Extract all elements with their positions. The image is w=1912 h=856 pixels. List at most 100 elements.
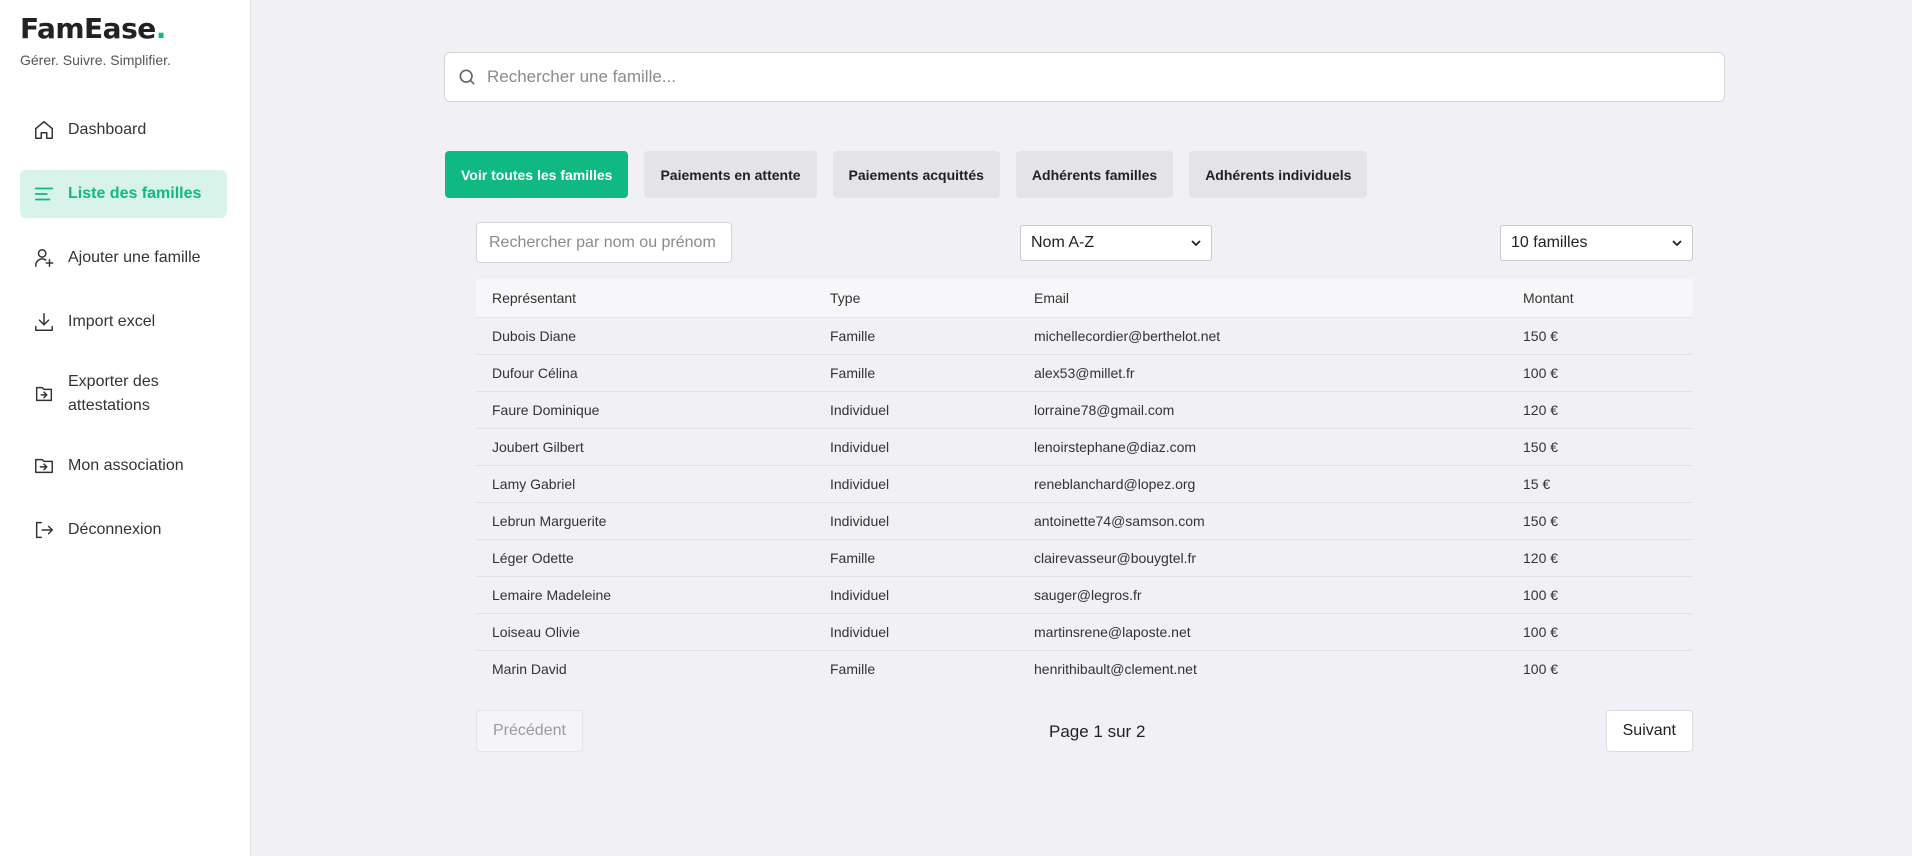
- cell-representant: Lebrun Marguerite: [476, 502, 814, 540]
- family-search-input[interactable]: [487, 67, 1687, 87]
- cell-email: martinsrene@laposte.net: [1018, 613, 1507, 651]
- cell-email: lorraine78@gmail.com: [1018, 391, 1507, 429]
- column-header-representant[interactable]: Représentant: [476, 279, 814, 318]
- table-row[interactable]: Joubert Gilbert Individuel lenoirstephan…: [476, 428, 1693, 466]
- folder-icon: [32, 454, 56, 478]
- cell-montant: 15 €: [1507, 465, 1693, 503]
- pagination: Précédent Page 1 sur 2 Suivant: [476, 710, 1693, 752]
- table-row[interactable]: Lamy Gabriel Individuel reneblanchard@lo…: [476, 465, 1693, 503]
- add-user-icon: [32, 246, 56, 270]
- cell-representant: Marin David: [476, 650, 814, 687]
- cell-representant: Dufour Célina: [476, 354, 814, 392]
- table-row[interactable]: Lemaire Madeleine Individuel sauger@legr…: [476, 576, 1693, 614]
- families-table: Représentant Type Email Montant Dubois D…: [476, 279, 1693, 687]
- cell-email: alex53@millet.fr: [1018, 354, 1507, 392]
- table-header-row: Représentant Type Email Montant: [476, 279, 1693, 318]
- cell-email: henrithibault@clement.net: [1018, 650, 1507, 687]
- search-icon: [457, 67, 477, 87]
- table-row[interactable]: Dufour Célina Famille alex53@millet.fr 1…: [476, 354, 1693, 392]
- next-page-button[interactable]: Suivant: [1605, 710, 1693, 752]
- cell-type: Famille: [814, 354, 1018, 392]
- sidebar-item-label: Dashboard: [68, 121, 147, 138]
- cell-montant: 150 €: [1507, 502, 1693, 540]
- name-search-box: [476, 222, 732, 263]
- sidebar-item-label: Liste des familles: [68, 185, 202, 202]
- cell-representant: Faure Dominique: [476, 391, 814, 429]
- table-row[interactable]: Faure Dominique Individuel lorraine78@gm…: [476, 391, 1693, 429]
- column-header-email[interactable]: Email: [1018, 279, 1507, 318]
- cell-type: Famille: [814, 539, 1018, 577]
- page-indicator: Page 1 sur 2: [1049, 722, 1146, 741]
- cell-montant: 120 €: [1507, 391, 1693, 429]
- cell-type: Famille: [814, 650, 1018, 687]
- cell-type: Individuel: [814, 613, 1018, 651]
- export-icon: [32, 382, 56, 406]
- page-size-select[interactable]: 10 familles: [1500, 225, 1693, 261]
- filter-individual-members[interactable]: Adhérents individuels: [1189, 151, 1368, 198]
- cell-email: clairevasseur@bouygtel.fr: [1018, 539, 1507, 577]
- previous-page-button[interactable]: Précédent: [476, 710, 583, 752]
- cell-type: Individuel: [814, 502, 1018, 540]
- sidebar-item-label: Ajouter une famille: [68, 249, 201, 266]
- cell-email: sauger@legros.fr: [1018, 576, 1507, 614]
- table-row[interactable]: Dubois Diane Famille michellecordier@ber…: [476, 317, 1693, 355]
- cell-email: antoinette74@samson.com: [1018, 502, 1507, 540]
- tagline: Gérer. Suivre. Simplifier.: [20, 52, 171, 68]
- cell-type: Individuel: [814, 576, 1018, 614]
- table-row[interactable]: Loiseau Olivie Individuel martinsrene@la…: [476, 613, 1693, 651]
- filter-tabs: Voir toutes les familles Paiements en at…: [445, 151, 1368, 198]
- chevron-down-icon: [1191, 240, 1201, 247]
- sidebar-item-dashboard[interactable]: Dashboard: [20, 106, 227, 154]
- app-logo[interactable]: FamEase.: [20, 12, 166, 45]
- table-row[interactable]: Marin David Famille henrithibault@clemen…: [476, 650, 1693, 687]
- cell-representant: Lemaire Madeleine: [476, 576, 814, 614]
- logo-text: FamEase: [20, 12, 156, 45]
- cell-montant: 150 €: [1507, 317, 1693, 355]
- sidebar-item-label: Mon association: [68, 457, 184, 474]
- cell-type: Individuel: [814, 428, 1018, 466]
- cell-type: Famille: [814, 317, 1018, 355]
- logo-dot: .: [155, 12, 167, 45]
- sidebar-item-ajouter-une-famille[interactable]: Ajouter une famille: [20, 234, 227, 282]
- cell-montant: 120 €: [1507, 539, 1693, 577]
- cell-representant: Loiseau Olivie: [476, 613, 814, 651]
- cell-email: michellecordier@berthelot.net: [1018, 317, 1507, 355]
- cell-representant: Léger Odette: [476, 539, 814, 577]
- chevron-down-icon: [1672, 240, 1682, 247]
- filter-paid-payments[interactable]: Paiements acquittés: [832, 151, 1000, 198]
- sidebar-item-exporter-des-attestations[interactable]: Exporter des attestations: [20, 362, 227, 426]
- cell-representant: Joubert Gilbert: [476, 428, 814, 466]
- home-icon: [32, 118, 56, 142]
- download-icon: [32, 310, 56, 334]
- sidebar-nav: Dashboard Liste des familles Ajouter une…: [20, 106, 227, 570]
- column-header-montant[interactable]: Montant: [1507, 279, 1693, 318]
- column-header-type[interactable]: Type: [814, 279, 1018, 318]
- filter-pending-payments[interactable]: Paiements en attente: [644, 151, 817, 198]
- table-row[interactable]: Léger Odette Famille clairevasseur@bouyg…: [476, 539, 1693, 577]
- list-icon: [32, 182, 56, 206]
- cell-email: reneblanchard@lopez.org: [1018, 465, 1507, 503]
- cell-type: Individuel: [814, 465, 1018, 503]
- sidebar: FamEase. Gérer. Suivre. Simplifier. Dash…: [0, 0, 251, 856]
- sidebar-item-label: Import excel: [68, 313, 156, 330]
- sidebar-item-label: Déconnexion: [68, 521, 162, 538]
- sidebar-item-import-excel[interactable]: Import excel: [20, 298, 227, 346]
- cell-montant: 150 €: [1507, 428, 1693, 466]
- cell-montant: 100 €: [1507, 576, 1693, 614]
- sidebar-item-deconnexion[interactable]: Déconnexion: [20, 506, 227, 554]
- page-size-select-value: 10 familles: [1511, 234, 1588, 251]
- cell-representant: Lamy Gabriel: [476, 465, 814, 503]
- sort-select-value: Nom A-Z: [1031, 234, 1095, 251]
- sidebar-item-liste-des-familles[interactable]: Liste des familles: [20, 170, 227, 218]
- filter-all-families[interactable]: Voir toutes les familles: [445, 151, 629, 198]
- logout-icon: [32, 518, 56, 542]
- cell-type: Individuel: [814, 391, 1018, 429]
- cell-montant: 100 €: [1507, 354, 1693, 392]
- family-search-bar: [444, 52, 1725, 102]
- table-row[interactable]: Lebrun Marguerite Individuel antoinette7…: [476, 502, 1693, 540]
- cell-montant: 100 €: [1507, 650, 1693, 687]
- filter-family-members[interactable]: Adhérents familles: [1015, 151, 1174, 198]
- sidebar-item-mon-association[interactable]: Mon association: [20, 442, 227, 490]
- name-search-input[interactable]: [489, 233, 719, 252]
- sort-select[interactable]: Nom A-Z: [1020, 225, 1212, 261]
